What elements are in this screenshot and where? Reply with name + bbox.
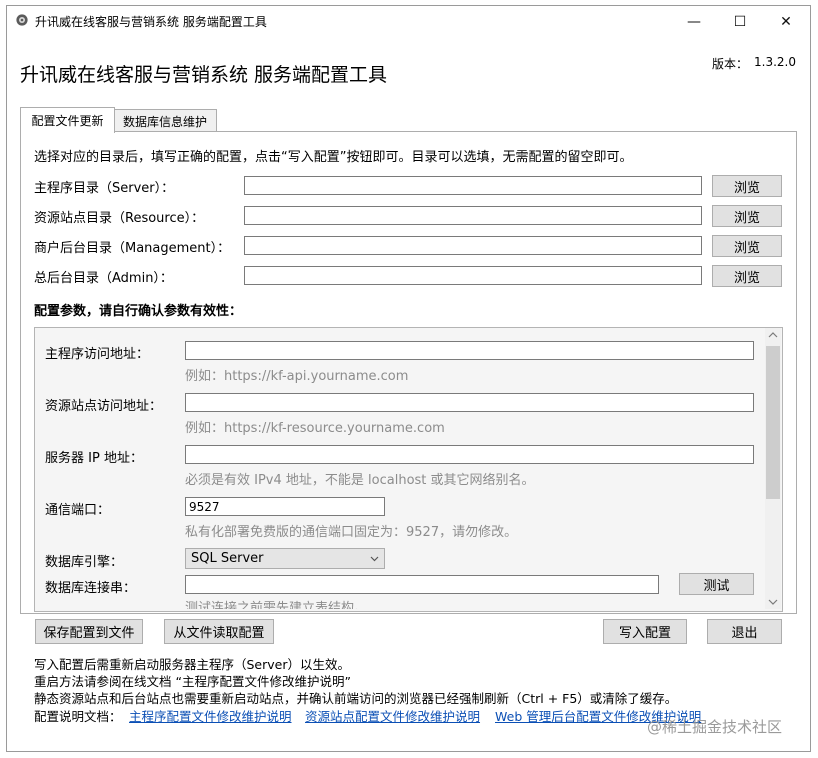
server-ip-hint: 必须是有效 IPv4 地址，不能是 localhost 或其它网络别名。 (185, 473, 535, 488)
instruction-text: 选择对应的目录后，填写正确的配置，点击“写入配置”按钮即可。目录可以选填，无需配… (34, 150, 633, 165)
db-connection-label: 数据库连接串： (45, 581, 137, 596)
write-config-button[interactable]: 写入配置 (603, 619, 687, 644)
server-url-label: 主程序访问地址： (45, 347, 150, 362)
db-engine-select[interactable]: SQL Server (185, 548, 385, 569)
tab-db-maintenance[interactable]: 数据库信息维护 (113, 109, 217, 132)
version-label: 版本： (712, 57, 749, 71)
server-ip-label: 服务器 IP 地址： (45, 451, 143, 466)
db-connection-hint-clip: 测试连接之前需先建立表结构。 (35, 597, 765, 609)
server-dir-input[interactable] (244, 176, 702, 195)
db-engine-selected: SQL Server (191, 551, 264, 566)
management-dir-browse-button[interactable]: 浏览 (712, 235, 782, 257)
app-title: 升讯威在线客服与营销系统 服务端配置工具 (20, 64, 388, 86)
port-label: 通信端口： (45, 503, 111, 518)
save-config-button[interactable]: 保存配置到文件 (35, 619, 143, 644)
resource-url-input[interactable] (185, 393, 754, 412)
resource-dir-input[interactable] (244, 206, 702, 225)
admin-dir-input[interactable] (244, 266, 702, 285)
management-dir-label: 商户后台目录（Management）： (34, 241, 231, 256)
server-dir-browse-button[interactable]: 浏览 (712, 175, 782, 197)
resource-url-label: 资源站点访问地址： (45, 399, 163, 414)
management-dir-input[interactable] (244, 236, 702, 255)
db-engine-label: 数据库引擎： (45, 555, 124, 570)
exit-button[interactable]: 退出 (707, 619, 782, 644)
resource-dir-label: 资源站点目录（Resource）： (34, 211, 205, 226)
window-title: 升讯威在线客服与营销系统 服务端配置工具 (35, 15, 267, 29)
server-dir-label: 主程序目录（Server）： (34, 181, 175, 196)
close-button[interactable]: ✕ (763, 6, 809, 37)
doc-link-server[interactable]: 主程序配置文件修改维护说明 (129, 706, 292, 725)
docs-label: 配置说明文档： (34, 709, 122, 724)
tab-config-update[interactable]: 配置文件更新 (20, 107, 115, 133)
port-hint: 私有化部署免费版的通信端口固定为：9527，请勿修改。 (185, 525, 518, 540)
resource-dir-browse-button[interactable]: 浏览 (712, 205, 782, 227)
db-connection-hint: 测试连接之前需先建立表结构。 (185, 601, 368, 609)
params-heading: 配置参数，请自行确认参数有效性： (34, 304, 243, 319)
db-connection-input[interactable] (185, 575, 659, 594)
server-ip-input[interactable] (185, 445, 754, 464)
load-config-button[interactable]: 从文件读取配置 (164, 619, 274, 644)
chevron-down-icon (370, 556, 379, 562)
maximize-button[interactable]: ☐ (717, 6, 763, 37)
test-connection-button[interactable]: 测试 (679, 573, 754, 595)
port-input[interactable] (185, 497, 385, 516)
doc-link-resource[interactable]: 资源站点配置文件修改维护说明 (305, 706, 480, 725)
server-url-hint: 例如：https://kf-api.yourname.com (185, 369, 409, 384)
gear-icon (16, 14, 28, 26)
version-value: 1.3.2.0 (754, 55, 796, 69)
server-url-input[interactable] (185, 341, 754, 360)
admin-dir-label: 总后台目录（Admin）： (34, 271, 173, 286)
minimize-button[interactable]: — (671, 6, 717, 37)
admin-dir-browse-button[interactable]: 浏览 (712, 265, 782, 287)
watermark: @稀土掘金技术社区 (647, 718, 783, 736)
resource-url-hint: 例如：https://kf-resource.yourname.com (185, 421, 445, 436)
scroll-down-icon[interactable] (768, 598, 778, 606)
note-restart-sites: 静态资源站点和后台站点也需要重新启动站点，并确认前端访问的浏览器已经强制刷新（C… (34, 691, 678, 706)
scrollbar-thumb[interactable] (766, 346, 780, 499)
scroll-up-icon[interactable] (768, 331, 778, 339)
